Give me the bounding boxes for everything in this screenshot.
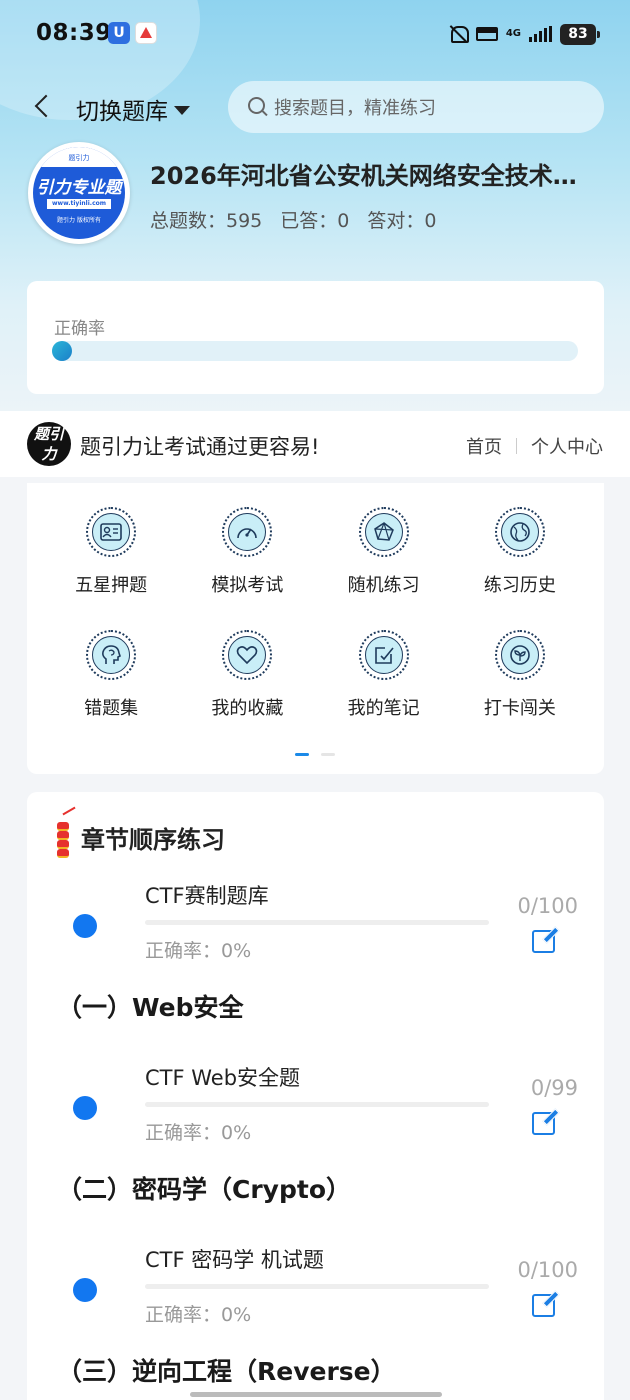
page-dot-active	[295, 753, 309, 756]
grid-item-five-star[interactable]: 五星押题	[43, 507, 179, 597]
chapter-count: 0/100	[517, 894, 578, 918]
grid-item-notes[interactable]: 我的笔记	[316, 630, 452, 720]
bank-title: 2026年河北省公安机关网络安全技术岗位考试题库	[150, 162, 590, 190]
section-title: （一）Web安全	[57, 993, 244, 1022]
brand-logo-icon: 题引力	[27, 422, 71, 466]
globe-icon	[500, 513, 539, 551]
chapter-bullet	[73, 1096, 97, 1120]
grid-item-label: 打卡闯关	[483, 698, 556, 719]
grid-item-favorites[interactable]: 我的收藏	[179, 630, 315, 720]
grid-item-label: 错题集	[84, 698, 139, 719]
chapter-bullet	[73, 1278, 97, 1302]
status-time: 08:39	[36, 20, 112, 46]
caret-down-icon	[174, 105, 190, 115]
accuracy-progress-indicator	[52, 341, 72, 361]
search-icon	[248, 97, 268, 117]
app-notification-icon: U	[108, 22, 130, 44]
section-heading: （二）密码学（Crypto）	[57, 1170, 369, 1210]
grid-item-mock-exam[interactable]: 模拟考试	[179, 507, 315, 597]
id-card-icon	[92, 513, 131, 551]
head-icon	[92, 636, 131, 674]
grid-item-label: 我的收藏	[211, 698, 284, 719]
chapter-accuracy: 正确率：0%	[145, 940, 252, 962]
network-icon	[364, 513, 403, 551]
chapter-item[interactable]: CTF Web安全题 正确率：0% 0/99	[27, 1062, 604, 1144]
sprout-icon	[500, 636, 539, 674]
grid-item-random-practice[interactable]: 随机练习	[316, 507, 452, 597]
answered-count: 已答：0	[280, 210, 350, 232]
section-heading: （一）Web安全	[57, 988, 255, 1028]
chapter-name: CTF 密码学 机试题	[145, 1248, 324, 1272]
sleep-mode-icon	[475, 27, 498, 41]
accuracy-label: 正确率	[54, 319, 105, 339]
home-link[interactable]: 首页	[466, 433, 502, 459]
switch-bank-dropdown[interactable]: 切换题库	[76, 92, 190, 126]
chapter-name: CTF赛制题库	[145, 884, 269, 908]
grid-item-history[interactable]: 练习历史	[452, 507, 588, 597]
switch-bank-label: 切换题库	[76, 99, 168, 125]
profile-link[interactable]: 个人中心	[531, 433, 603, 459]
page-indicator	[295, 753, 335, 756]
speedometer-icon	[228, 513, 267, 551]
chapter-progress-bar	[145, 1284, 489, 1289]
logo-url: www.tiyinli.com	[47, 199, 111, 209]
grid-item-label: 五星押题	[75, 575, 148, 596]
logo-text: 引力专业题	[36, 178, 122, 198]
home-indicator[interactable]	[190, 1392, 442, 1397]
grid-item-checkin[interactable]: 打卡闯关	[452, 630, 588, 720]
correct-count: 答对：0	[367, 210, 437, 232]
edit-icon[interactable]	[532, 1108, 558, 1135]
signal-icon	[529, 26, 552, 42]
mute-bell-icon	[448, 24, 469, 44]
edit-icon[interactable]	[532, 1290, 558, 1317]
back-arrow-icon[interactable]	[30, 92, 58, 122]
grid-item-wrong-questions[interactable]: 错题集	[43, 630, 179, 720]
grid-item-label: 我的笔记	[347, 698, 420, 719]
grid-item-label: 随机练习	[347, 575, 420, 596]
firecracker-icon	[53, 814, 75, 860]
status-bar: 08:39 U 4G 83	[0, 18, 630, 52]
chapter-title: 章节顺序练习	[81, 825, 225, 854]
chapter-count: 0/99	[530, 1076, 578, 1100]
bank-stats: 总题数：595 已答：0 答对：0	[150, 206, 436, 233]
app-notification-icon-2	[135, 22, 157, 44]
bank-logo: 题引力 引力专业题 www.tiyinli.com 题引力 版权所有	[28, 142, 130, 244]
feature-grid-card: 五星押题 模拟考试 随机练习 练习历史 错题集 我的收藏 我的笔记 打卡闯关	[27, 483, 604, 774]
note-icon	[364, 636, 403, 674]
network-type: 4G	[505, 28, 521, 39]
chapter-bullet	[73, 914, 97, 938]
slogan-bar: 题引力 题引力让考试通过更容易! 首页 个人中心	[0, 411, 630, 477]
total-count: 总题数：595	[150, 210, 263, 232]
section-heading: （三）逆向工程（Reverse）	[57, 1352, 411, 1392]
chapter-count: 0/100	[517, 1258, 578, 1282]
page-dot	[321, 753, 335, 756]
chapter-accuracy: 正确率：0%	[145, 1304, 252, 1326]
chapter-card: 章节顺序练习 CTF赛制题库 正确率：0% 0/100 （一）Web安全 CTF…	[27, 792, 604, 1400]
grid-item-label: 练习历史	[483, 575, 556, 596]
edit-icon[interactable]	[532, 926, 558, 953]
chapter-item[interactable]: CTF赛制题库 正确率：0% 0/100	[27, 880, 604, 962]
logo-sub: 题引力 版权所有	[57, 217, 101, 224]
search-placeholder: 搜索题目，精准练习	[274, 98, 436, 119]
slogan-text: 题引力让考试通过更容易!	[80, 435, 320, 459]
accuracy-card: 正确率	[27, 281, 604, 394]
accuracy-progress-bar	[52, 341, 578, 361]
feature-grid: 五星押题 模拟考试 随机练习 练习历史 错题集 我的收藏 我的笔记 打卡闯关	[43, 507, 588, 720]
chapter-progress-bar	[145, 920, 489, 925]
grid-item-label: 模拟考试	[211, 575, 284, 596]
chapter-accuracy: 正确率：0%	[145, 1122, 252, 1144]
chapter-header: 章节顺序练习	[53, 814, 225, 860]
battery-icon: 83	[560, 23, 600, 45]
search-input[interactable]: 搜索题目，精准练习	[228, 81, 604, 133]
chapter-name: CTF Web安全题	[145, 1066, 301, 1090]
section-title: （三）逆向工程（Reverse）	[57, 1357, 396, 1386]
heart-icon	[228, 636, 267, 674]
section-title: （二）密码学（Crypto）	[57, 1175, 351, 1204]
chapter-item[interactable]: CTF 密码学 机试题 正确率：0% 0/100	[27, 1244, 604, 1326]
chapter-progress-bar	[145, 1102, 489, 1107]
